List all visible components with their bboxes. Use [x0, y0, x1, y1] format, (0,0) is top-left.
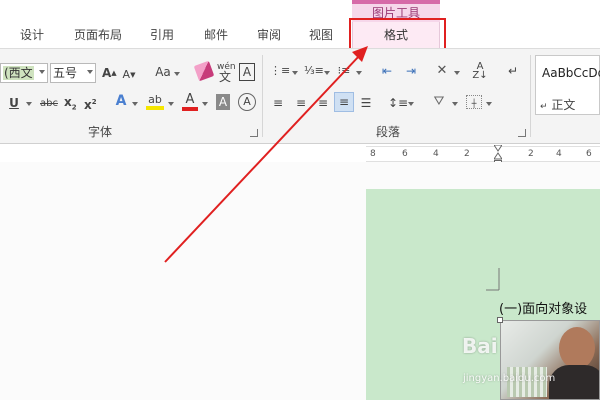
paragraph-dialog-launcher[interactable]	[518, 129, 526, 137]
borders-icon[interactable]: ┼	[466, 95, 482, 109]
font-name-combo[interactable]: (西文	[0, 63, 48, 83]
tab-page-layout[interactable]: 页面布局	[74, 22, 122, 48]
font-color-icon[interactable]: A	[182, 93, 198, 111]
bullets-dropdown-icon[interactable]	[292, 71, 298, 75]
sort-icon[interactable]: A Z↓	[472, 62, 488, 81]
document-heading-text[interactable]: (一)面向对象设	[499, 298, 587, 317]
ruler-tick-label: 2	[464, 149, 470, 159]
tab-references[interactable]: 引用	[150, 22, 174, 48]
group-separator	[530, 55, 531, 137]
font-size-dropdown-icon[interactable]	[87, 70, 93, 74]
font-dialog-launcher[interactable]	[250, 129, 258, 137]
superscript-button[interactable]: x2	[84, 94, 97, 113]
photo-suit-shape	[549, 365, 599, 399]
tab-review[interactable]: 审阅	[257, 22, 281, 48]
watermark-url: jingyan.baidu.com	[463, 373, 556, 384]
tab-mailings[interactable]: 邮件	[204, 22, 228, 48]
show-marks-icon[interactable]: ↵	[506, 63, 520, 79]
character-shading-icon[interactable]: A	[216, 94, 230, 110]
ribbon-tab-bar: 设计 页面布局 引用 邮件 审阅 视图 格式	[0, 22, 600, 48]
picture-resize-handle[interactable]	[497, 317, 503, 323]
align-center-icon[interactable]: ≡	[293, 95, 309, 111]
highlight-color-icon[interactable]: ab	[146, 93, 164, 110]
change-case-dropdown-icon[interactable]	[174, 72, 180, 76]
font-color-dropdown-icon[interactable]	[202, 102, 208, 106]
align-left-icon[interactable]: ≡	[270, 95, 286, 111]
bullets-icon[interactable]: ⋮≡	[270, 63, 290, 79]
numbering-dropdown-icon[interactable]	[324, 71, 330, 75]
distributed-icon[interactable]: ☰	[358, 95, 374, 111]
text-effects-dropdown-icon[interactable]	[132, 102, 138, 106]
ruler-tick-label: 8	[370, 149, 376, 159]
superscript-digit: 2	[91, 98, 97, 106]
font-size-value: 五号	[53, 66, 78, 80]
highlight-dropdown-icon[interactable]	[168, 102, 174, 106]
underline-button[interactable]: U	[8, 95, 20, 111]
subscript-button[interactable]: x2	[64, 94, 77, 115]
underline-dropdown-icon[interactable]	[26, 102, 32, 106]
style-gallery-item-normal[interactable]: AaBbCcDd ↵ 正文	[535, 55, 600, 115]
font-name-value: (西文	[3, 66, 34, 80]
superscript-char: x	[84, 98, 92, 112]
horizontal-ruler[interactable]: 8 6 4 2 2 4 6	[366, 146, 600, 162]
borders-dropdown-icon[interactable]	[486, 102, 492, 106]
baidu-watermark: Bai	[462, 334, 498, 358]
line-spacing-icon[interactable]: ↕≡	[388, 95, 408, 111]
ruler-tick-label: 6	[402, 149, 408, 159]
multilevel-list-icon[interactable]: ⁝≡	[336, 63, 352, 79]
numbering-icon[interactable]: ⅓≡	[304, 63, 324, 79]
phonetic-guide-icon[interactable]: 文	[217, 69, 233, 85]
text-effects-icon[interactable]: A	[114, 93, 128, 109]
align-right-icon[interactable]: ≡	[315, 95, 331, 111]
font-group-label: 字体	[88, 125, 113, 139]
change-case-button[interactable]: Aa	[152, 64, 174, 80]
selected-picture[interactable]	[500, 320, 600, 400]
ribbon: (西文 五号 A▲ A▼ Aa wén 文 A U abc x2 x2 A ab…	[0, 48, 600, 144]
crop-mark-icon	[486, 268, 500, 291]
line-spacing-dropdown-icon[interactable]	[408, 102, 414, 106]
paragraph-mark-glyph: ↵	[540, 102, 548, 112]
eraser-icon[interactable]	[193, 60, 215, 82]
ruler-tick-label: 4	[433, 149, 439, 159]
shrink-font-icon[interactable]: A▼	[122, 67, 136, 83]
shading-bucket-icon[interactable]: ⛛	[430, 94, 448, 110]
tab-design[interactable]: 设计	[20, 22, 44, 48]
subscript-char: x	[64, 95, 72, 109]
ruler-tick-label: 4	[556, 149, 562, 159]
increase-indent-icon[interactable]: ⇥	[402, 63, 420, 79]
tab-view[interactable]: 视图	[309, 22, 333, 48]
photo-face-shape	[559, 327, 595, 369]
asian-layout-icon[interactable]: ✕	[432, 63, 452, 79]
paragraph-group-label: 段落	[376, 125, 401, 139]
decrease-indent-icon[interactable]: ⇤	[378, 63, 396, 79]
character-border-icon[interactable]: A	[239, 63, 255, 81]
style-name: ↵ 正文	[540, 96, 575, 113]
strikethrough-button[interactable]: abc	[38, 96, 60, 112]
ruler-tick-label: 6	[586, 149, 592, 159]
style-name-label: 正文	[551, 98, 576, 112]
enclose-characters-icon[interactable]: A	[238, 93, 256, 111]
font-size-combo[interactable]: 五号	[50, 63, 96, 83]
grow-font-icon[interactable]: A▲	[102, 65, 117, 81]
style-sample-text: AaBbCcDd	[542, 66, 600, 80]
asian-layout-dropdown-icon[interactable]	[454, 71, 460, 75]
justify-icon[interactable]: ≡	[334, 92, 354, 112]
shading-dropdown-icon[interactable]	[452, 102, 458, 106]
ruler-tick-label: 2	[528, 149, 534, 159]
subscript-digit: 2	[71, 103, 77, 112]
multilevel-dropdown-icon[interactable]	[356, 71, 362, 75]
group-separator	[262, 55, 263, 137]
font-name-dropdown-icon[interactable]	[39, 70, 45, 74]
